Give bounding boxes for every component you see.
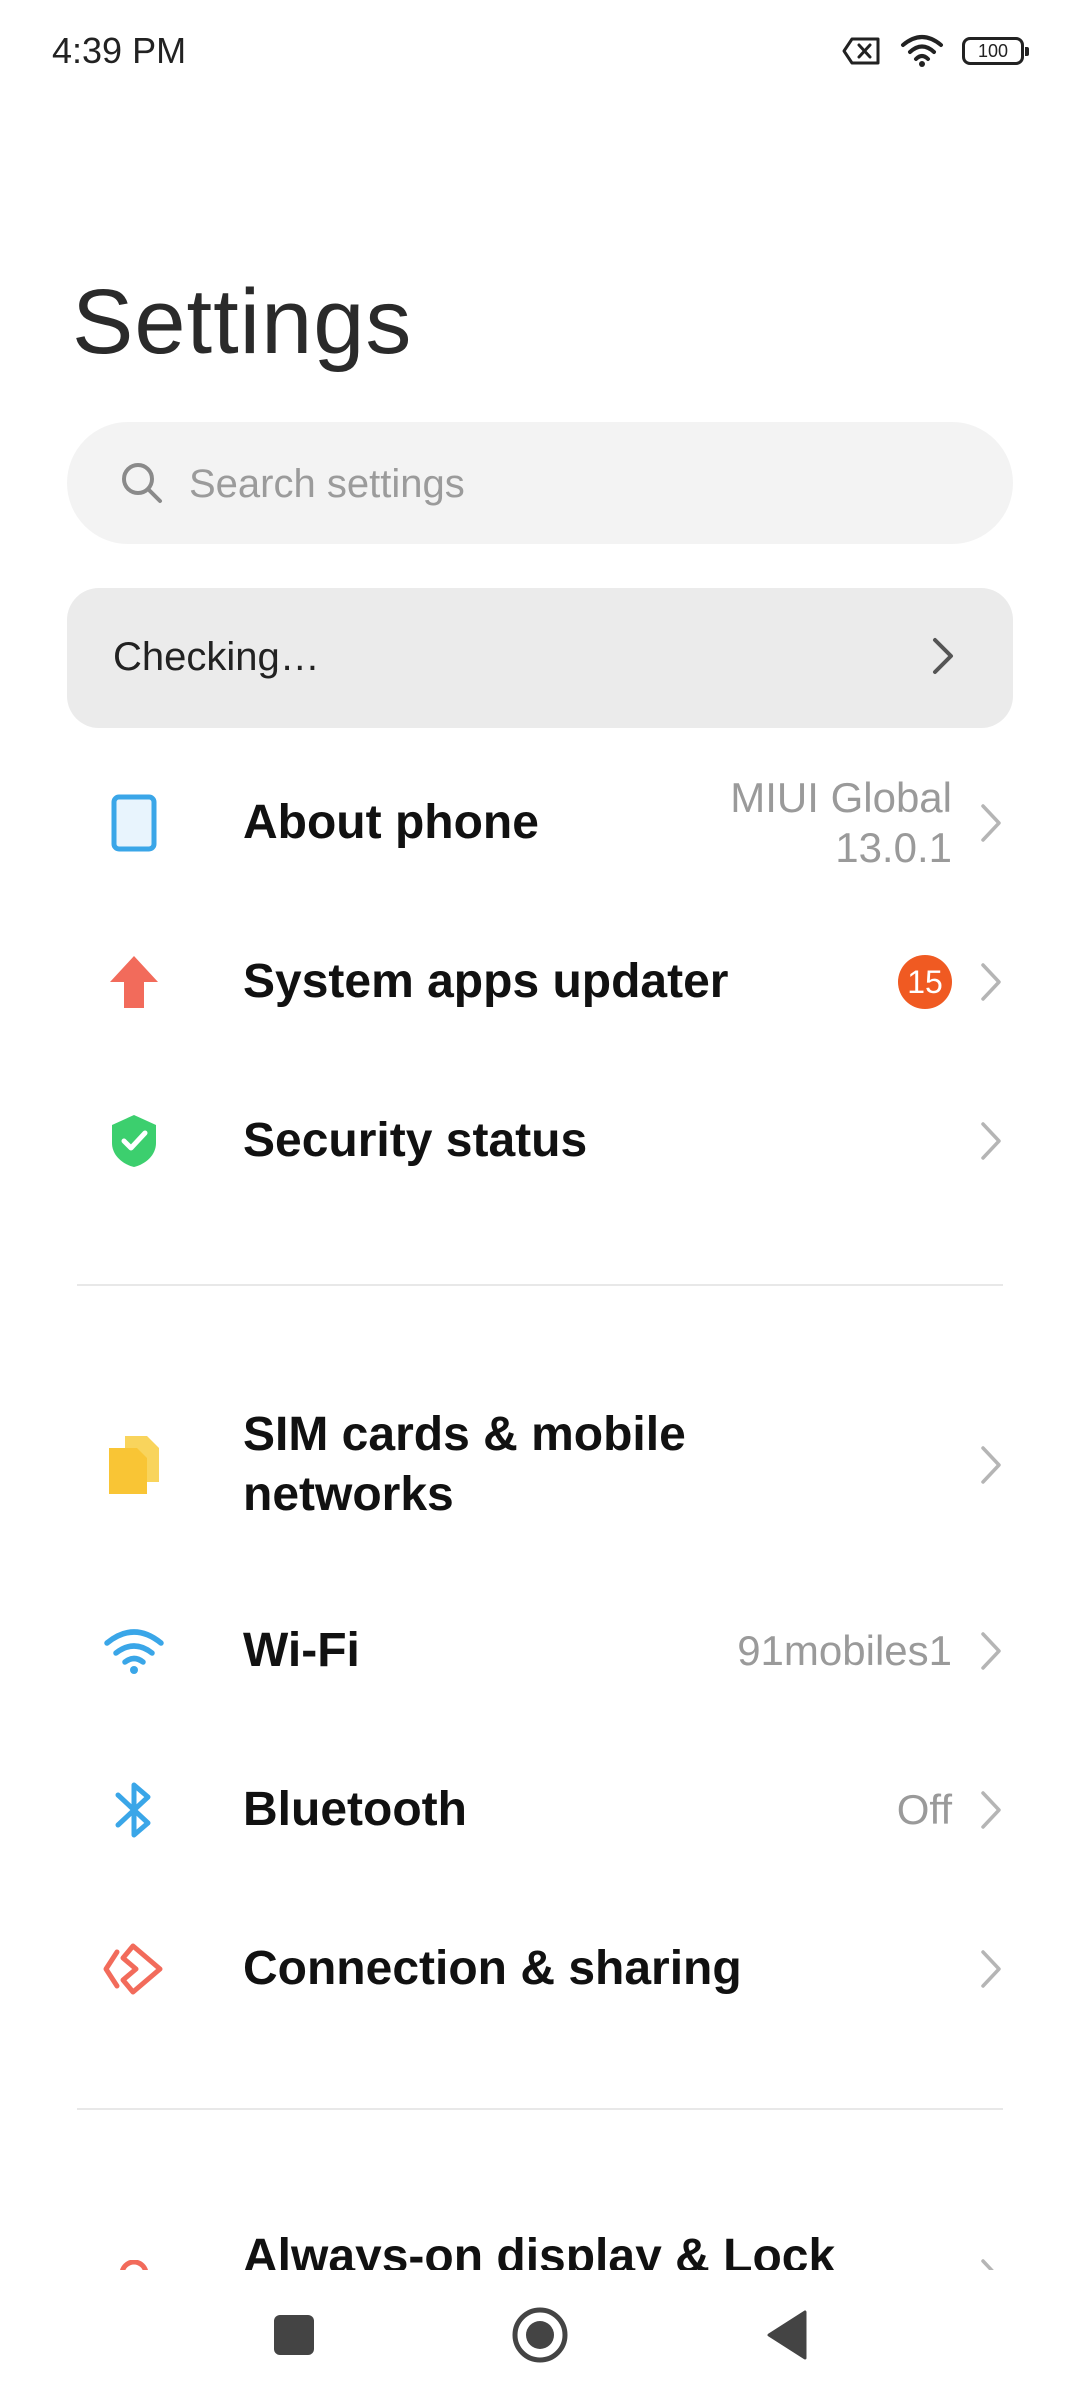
arrow-up-icon <box>94 942 174 1022</box>
settings-item-connection-sharing[interactable]: Connection & sharing <box>0 1894 1080 2044</box>
recents-square-icon[interactable] <box>259 2300 329 2370</box>
connection-sharing-icon <box>94 1929 174 2009</box>
item-label-line1: SIM cards & mobile <box>243 1408 686 1461</box>
settings-item-security-status[interactable]: Security status <box>0 1066 1080 1216</box>
chevron-right-icon <box>980 1949 1002 1994</box>
chevron-right-icon <box>980 2258 1002 2270</box>
home-circle-icon[interactable] <box>505 2300 575 2370</box>
search-input[interactable] <box>187 422 971 546</box>
settings-item-sim-cards[interactable]: SIM cards & mobile networks <box>0 1388 1080 1542</box>
lock-icon <box>94 2245 174 2270</box>
chevron-right-icon <box>980 962 1002 1007</box>
section-divider <box>77 2108 1003 2110</box>
settings-item-always-on-display[interactable]: Always-on display & Lock <box>0 2210 1080 2270</box>
settings-screen: 4:39 PM 100 Settings Search settings Che… <box>0 0 1080 2400</box>
item-label: About phone <box>243 796 539 849</box>
search-icon <box>119 460 165 511</box>
chevron-right-icon <box>980 1445 1002 1490</box>
status-bar: 4:39 PM 100 <box>0 0 1080 110</box>
chevron-right-icon <box>980 1790 1002 1835</box>
item-value: MIUI Global 13.0.1 <box>730 773 952 873</box>
no-sim-icon <box>842 36 882 66</box>
chevron-right-icon <box>980 1121 1002 1166</box>
update-check-banner[interactable]: Checking… <box>67 588 1013 728</box>
bluetooth-icon <box>94 1770 174 1850</box>
item-label: SIM cards & mobile networks <box>243 1405 686 1525</box>
item-value-line1: MIUI Global <box>730 774 952 821</box>
page-title: Settings <box>72 271 413 373</box>
section-divider <box>77 1284 1003 1286</box>
item-label: Security status <box>243 1114 588 1167</box>
item-label: Bluetooth <box>243 1783 467 1836</box>
wifi-icon <box>94 1611 174 1691</box>
phone-icon <box>94 783 174 863</box>
search-bar[interactable] <box>67 422 1013 546</box>
chevron-right-icon <box>931 636 955 681</box>
status-icons: 100 <box>842 34 1029 68</box>
item-label: Connection & sharing <box>243 1942 742 1995</box>
item-label: Wi-Fi <box>243 1624 360 1677</box>
settings-item-bluetooth[interactable]: Bluetooth Off <box>0 1735 1080 1885</box>
item-label: Always-on display & Lock <box>243 2230 836 2270</box>
battery-icon: 100 <box>962 37 1029 65</box>
chevron-right-icon <box>980 803 1002 848</box>
update-count-badge: 15 <box>898 955 952 1009</box>
settings-item-system-apps-updater[interactable]: System apps updater 15 <box>0 907 1080 1057</box>
battery-level: 100 <box>977 40 1009 61</box>
item-value: 91mobiles1 <box>737 1627 952 1674</box>
item-value: Off <box>896 1786 952 1833</box>
navigation-bar <box>0 2270 1080 2400</box>
banner-label: Checking… <box>113 635 320 679</box>
back-triangle-icon[interactable] <box>752 2300 822 2370</box>
item-label-line2: networks <box>243 1468 454 1521</box>
shield-check-icon <box>94 1101 174 1181</box>
sim-card-icon <box>94 1425 174 1505</box>
item-label: System apps updater <box>243 955 729 1008</box>
status-time: 4:39 PM <box>52 30 187 71</box>
item-value-line2: 13.0.1 <box>835 824 952 871</box>
settings-item-wifi[interactable]: Wi-Fi 91mobiles1 <box>0 1576 1080 1726</box>
settings-item-about-phone[interactable]: About phone MIUI Global 13.0.1 <box>0 748 1080 898</box>
wifi-icon <box>900 34 944 68</box>
chevron-right-icon <box>980 1631 1002 1676</box>
